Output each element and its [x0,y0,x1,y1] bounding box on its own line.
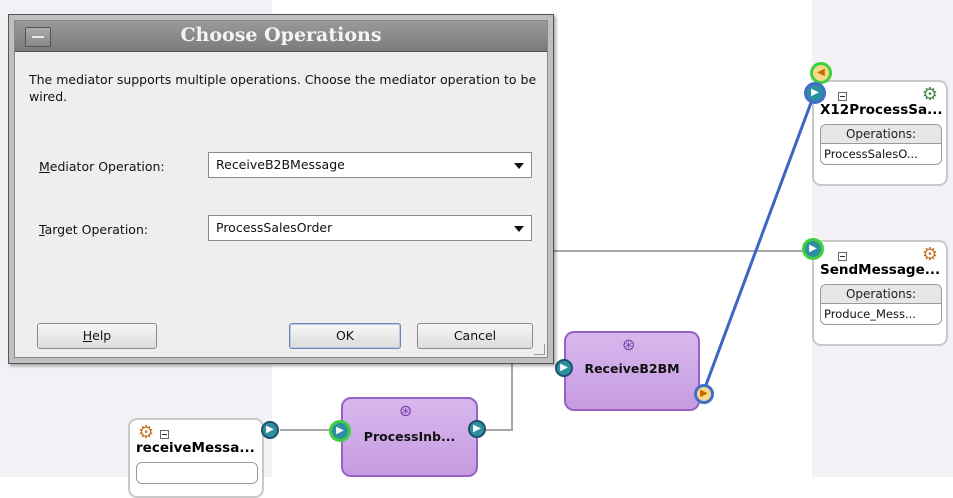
mediator-icon: ⊛ [622,335,636,354]
help-button[interactable]: Help [37,323,157,349]
choose-operations-dialog: Choose Operations The mediator supports … [8,14,554,364]
x12-reference-node[interactable]: ◀ [810,62,832,84]
service-name: SendMessage... [820,262,941,278]
operations-box: Operations: Produce_Mess... [820,284,942,325]
dialog-titlebar[interactable]: Choose Operations [15,21,547,52]
operations-box [136,462,258,484]
target-operation-label: Target Operation: [39,222,149,237]
mediator-name: ProcessInb... [363,429,456,444]
operations-header: Operations: [821,285,941,304]
mediator-icon: ⊛ [399,401,413,420]
processinb-input-node[interactable]: ▶ [329,420,351,442]
receive-message-node[interactable]: ▶ [261,421,279,439]
send-message-node[interactable]: ▶ [802,238,824,260]
service-name: X12ProcessSa... [820,102,943,118]
ok-button[interactable]: OK [289,323,401,349]
dialog-title: Choose Operations [180,24,382,46]
receiveb2bm-input-node[interactable]: ▶ [555,359,573,377]
wire-receiveb2b-to-x12[interactable] [701,91,817,394]
receiveb2bm-mediator[interactable]: ⊛ ReceiveB2BM [564,331,700,411]
dialog-body: Choose Operations The mediator supports … [14,20,548,358]
collapse-icon[interactable] [160,430,169,439]
dialog-description: The mediator supports multiple operation… [29,72,537,104]
chevron-down-icon [514,163,524,169]
receiveb2bm-reference-node[interactable]: ▶ [694,384,714,404]
target-operation-value: ProcessSalesOrder [216,220,333,235]
operation-value[interactable]: Produce_Mess... [821,304,941,324]
x12-service-node[interactable]: ▶ [804,82,826,104]
send-message-service-card[interactable]: ⚙ SendMessage... Operations: Produce_Mes… [812,240,948,346]
operations-box: Operations: ProcessSalesO... [820,124,942,165]
x12-service-card[interactable]: ⚙ X12ProcessSa... Operations: ProcessSal… [812,80,948,186]
operation-value[interactable]: ProcessSalesO... [821,144,941,164]
mediator-operation-value: ReceiveB2BMessage [216,157,345,172]
mediator-operation-select[interactable]: ReceiveB2BMessage [208,152,532,178]
mediator-name: ReceiveB2BM [584,361,680,376]
service-name: receiveMessa... [136,440,255,456]
collapse-icon[interactable] [838,252,847,261]
cancel-button[interactable]: Cancel [417,323,533,349]
mediator-operation-label: Mediator Operation: [39,159,165,174]
processinb-mediator[interactable]: ⊛ ProcessInb... [341,397,478,477]
wire-processinb-to-receiveb2b [478,362,513,431]
receive-message-service-card[interactable]: ⚙ receiveMessa... [128,418,264,498]
operations-header: Operations: [821,125,941,144]
chevron-down-icon [514,226,524,232]
resize-grip[interactable] [534,344,545,355]
collapse-icon[interactable] [838,92,847,101]
target-operation-select[interactable]: ProcessSalesOrder [208,215,532,241]
processinb-output-node[interactable]: ▶ [468,420,486,438]
